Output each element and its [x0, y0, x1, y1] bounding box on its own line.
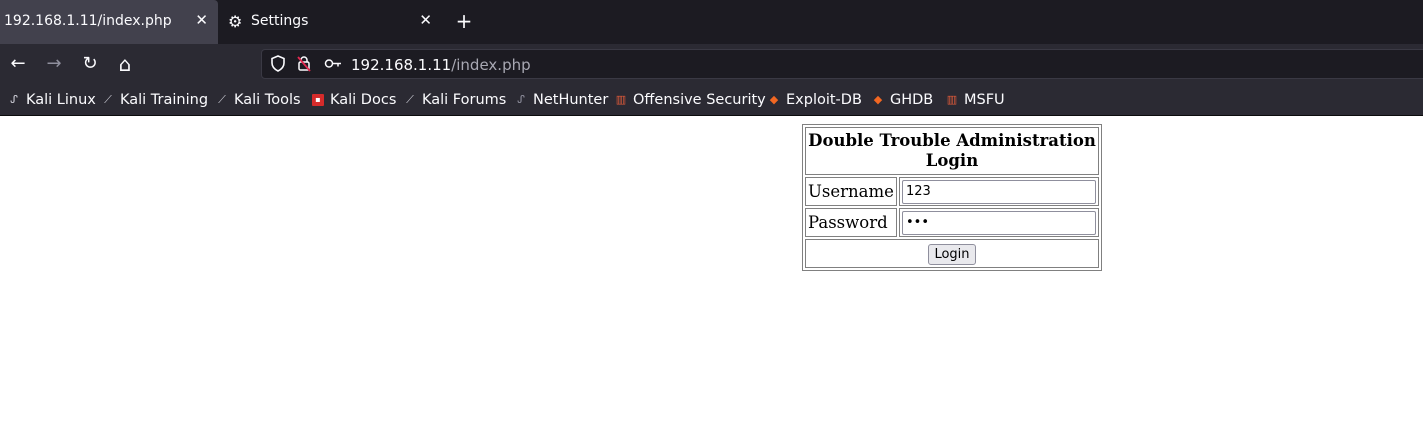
login-button[interactable]: Login: [928, 243, 976, 265]
offsec-icon: ▥: [615, 93, 627, 106]
bookmark-label: GHDB: [890, 92, 934, 108]
password-label: Password: [805, 208, 897, 237]
kali-docs-icon: ▪: [312, 94, 324, 106]
insecure-lock-icon[interactable]: [296, 55, 312, 76]
kali-dragon-icon: ⟋: [104, 93, 112, 106]
exploitdb-icon: ◆: [769, 93, 779, 106]
username-input[interactable]: [902, 179, 1096, 204]
bookmark-msfu[interactable]: ▥ MSFU: [946, 91, 1005, 109]
navigation-toolbar: ← → ↻ ⌂ 192.168.1.11/index.php: [0, 44, 1423, 84]
username-cell: [899, 177, 1099, 206]
url-path: /index.php: [451, 56, 531, 74]
bookmark-label: NetHunter: [533, 92, 609, 108]
page-content: Double Trouble Administration Login User…: [0, 116, 1423, 437]
gear-icon: ⚙: [228, 12, 243, 31]
bookmark-nethunter[interactable]: ᔑ NetHunter: [515, 91, 608, 109]
bookmark-kali-linux[interactable]: ᔑ Kali Linux: [8, 91, 96, 109]
offsec-icon: ▥: [946, 93, 958, 106]
login-heading: Double Trouble Administration Login: [805, 127, 1099, 175]
nethunter-icon: ᔑ: [517, 93, 525, 106]
url-text[interactable]: 192.168.1.11/index.php: [351, 56, 531, 74]
kali-dragon-icon: ⟋: [218, 93, 226, 106]
bookmark-exploit-db[interactable]: ◆ Exploit-DB: [768, 91, 862, 109]
kali-dragon-icon: ᔑ: [10, 93, 18, 106]
bookmark-label: Kali Tools: [234, 92, 301, 108]
bookmark-offensive-security[interactable]: ▥ Offensive Security: [615, 91, 766, 109]
bookmark-label: Kali Linux: [26, 92, 96, 108]
bookmark-kali-docs[interactable]: ▪ Kali Docs: [312, 91, 396, 109]
reload-button[interactable]: ↻: [78, 52, 102, 76]
tab-index-php[interactable]: 192.168.1.11/index.php ✕: [0, 0, 218, 44]
tab-bar: 192.168.1.11/index.php ✕ ⚙ Settings ✕ +: [0, 0, 1423, 44]
bookmark-kali-training[interactable]: ⟋ Kali Training: [102, 91, 208, 109]
password-cell: [899, 208, 1099, 237]
close-tab-icon[interactable]: ✕: [195, 11, 208, 29]
password-input[interactable]: [902, 210, 1096, 235]
login-table: Double Trouble Administration Login User…: [802, 124, 1102, 271]
shield-icon[interactable]: [270, 55, 286, 76]
home-button[interactable]: ⌂: [113, 52, 137, 76]
tab-title: 192.168.1.11/index.php: [4, 13, 172, 29]
bookmark-label: Kali Forums: [422, 92, 507, 108]
new-tab-button[interactable]: +: [452, 9, 476, 33]
back-button[interactable]: ←: [6, 52, 30, 76]
tab-title: Settings: [251, 13, 309, 29]
tab-settings[interactable]: ⚙ Settings ✕: [218, 0, 442, 44]
url-bar[interactable]: 192.168.1.11/index.php: [261, 49, 1423, 79]
bookmarks-toolbar: ᔑ Kali Linux ⟋ Kali Training ⟋ Kali Tool…: [0, 84, 1423, 116]
key-icon[interactable]: [324, 55, 342, 76]
username-label: Username: [805, 177, 897, 206]
url-host: 192.168.1.11: [351, 56, 452, 74]
bookmark-label: Offensive Security: [633, 92, 766, 108]
bookmark-label: Kali Docs: [330, 92, 397, 108]
login-button-cell: Login: [805, 239, 1099, 268]
close-tab-icon[interactable]: ✕: [419, 11, 432, 29]
bookmark-kali-tools[interactable]: ⟋ Kali Tools: [216, 91, 301, 109]
bookmark-ghdb[interactable]: ◆ GHDB: [872, 91, 934, 109]
bookmark-label: Kali Training: [120, 92, 209, 108]
bookmark-label: MSFU: [964, 92, 1005, 108]
bookmark-label: Exploit-DB: [786, 92, 862, 108]
exploitdb-icon: ◆: [873, 93, 883, 106]
bookmark-kali-forums[interactable]: ⟋ Kali Forums: [404, 91, 506, 109]
kali-dragon-icon: ⟋: [406, 93, 414, 106]
forward-button[interactable]: →: [42, 52, 66, 76]
